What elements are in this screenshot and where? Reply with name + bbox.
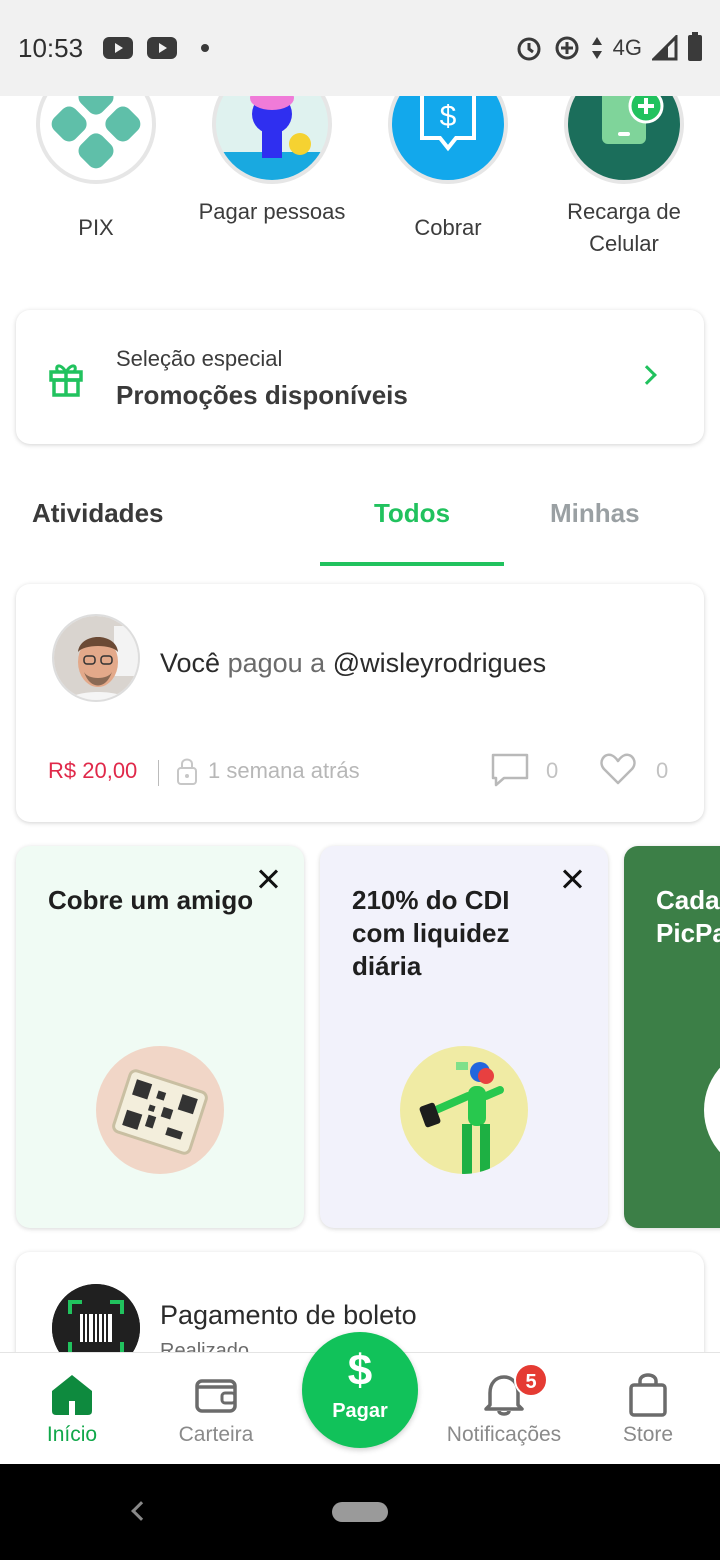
youtube-icon xyxy=(103,37,134,59)
comment-icon[interactable] xyxy=(490,752,530,788)
nav-label: Notificações xyxy=(446,1423,562,1446)
nav-label: Carteira xyxy=(178,1423,254,1446)
more-notifications-icon xyxy=(201,44,210,52)
notification-count-badge: 5 xyxy=(514,1363,548,1397)
nav-label: Início xyxy=(46,1423,98,1446)
charge-icon: $ xyxy=(388,96,508,184)
shortcut-label: Pagar pessoas xyxy=(198,199,346,224)
nav-notifications[interactable]: 5 Notificações xyxy=(432,1353,576,1465)
promo-subtitle: Seleção especial xyxy=(116,346,283,371)
divider xyxy=(158,760,159,786)
nav-store[interactable]: Store xyxy=(576,1353,720,1465)
activity-actor: Você xyxy=(160,648,221,678)
feature-card-title: Cobre um amigo xyxy=(48,885,254,915)
signal-icon xyxy=(652,35,678,61)
home-gesture-pill[interactable] xyxy=(332,1502,388,1522)
activity-target[interactable]: @wisleyrodrigues xyxy=(333,648,546,678)
like-count: 0 xyxy=(656,758,669,783)
active-tab-indicator xyxy=(320,562,504,566)
status-time: 10:53 xyxy=(18,32,84,63)
feature-card-title: Cada chave PicPa xyxy=(656,885,720,948)
feature-card-title: 210% do CDI com liquidez diária xyxy=(352,885,510,981)
pay-button[interactable]: $ Pagar xyxy=(302,1332,418,1448)
comment-count: 0 xyxy=(546,758,559,783)
data-saver-icon xyxy=(555,36,579,60)
shortcut-label: PIX xyxy=(78,215,114,240)
promotions-card[interactable]: Seleção especial Promoções disponíveis xyxy=(16,310,704,444)
activity-amount: R$ 20,00 xyxy=(48,758,138,783)
feature-card-pix-key[interactable]: Cada chave PicPa xyxy=(624,846,720,1228)
alarm-icon xyxy=(517,37,541,61)
battery-icon xyxy=(688,32,702,61)
activity-item[interactable]: Você pagou a @wisleyrodrigues R$ 20,00 1… xyxy=(16,584,704,822)
home-icon xyxy=(52,1375,92,1415)
activity-verb: pagou a xyxy=(227,648,326,678)
tab-todos[interactable]: Todos xyxy=(320,498,504,529)
activity-description: Você pagou a @wisleyrodrigues xyxy=(160,648,546,679)
chevron-right-icon xyxy=(637,365,657,385)
data-arrows-icon xyxy=(591,37,602,59)
network-type: 4G xyxy=(612,35,642,60)
status-bar: 10:53 4G xyxy=(0,0,720,96)
nav-label: Store xyxy=(622,1423,674,1446)
boleto-title: Pagamento de boleto xyxy=(160,1300,417,1330)
back-icon[interactable] xyxy=(131,1501,151,1521)
feature-card-charge-friend[interactable]: Cobre um amigo xyxy=(16,846,304,1228)
avatar[interactable] xyxy=(52,614,140,702)
lock-icon xyxy=(177,758,197,785)
feature-card-cdi[interactable]: 210% do CDI com liquidez diária xyxy=(320,846,608,1228)
system-status-icons: 4G xyxy=(515,32,702,62)
wallet-icon xyxy=(195,1379,237,1413)
shortcut-row: PIX Pagar pessoas $ Cobrar Recarga de Ce… xyxy=(0,96,720,276)
close-icon[interactable] xyxy=(562,868,584,890)
pix-icon xyxy=(36,96,156,184)
shortcut-label: Recarga de Celular xyxy=(567,199,681,256)
shopping-bag-icon xyxy=(629,1373,667,1417)
tab-minhas[interactable]: Minhas xyxy=(550,498,640,529)
promo-title: Promoções disponíveis xyxy=(116,380,408,410)
nav-home[interactable]: Início xyxy=(0,1353,144,1465)
shortcut-label: Cobrar xyxy=(414,215,482,240)
feature-illustration xyxy=(704,1046,720,1174)
investor-illustration xyxy=(400,1046,528,1174)
dollar-icon: $ xyxy=(347,1346,373,1395)
notification-icons xyxy=(103,37,210,59)
activity-time: 1 semana atrás xyxy=(208,758,360,783)
pay-people-icon xyxy=(212,96,332,184)
youtube-icon xyxy=(147,37,178,59)
system-navigation-bar xyxy=(0,1464,720,1560)
phone-recharge-icon xyxy=(564,96,684,184)
nav-wallet[interactable]: Carteira xyxy=(144,1353,288,1465)
qr-code-illustration xyxy=(96,1046,224,1174)
activity-tabs: Atividades Todos Minhas xyxy=(0,470,720,566)
gift-icon xyxy=(49,364,83,397)
heart-icon[interactable] xyxy=(600,752,636,786)
activities-heading: Atividades xyxy=(32,498,164,528)
close-icon[interactable] xyxy=(258,868,280,890)
pay-label: Pagar xyxy=(332,1400,388,1422)
svg-text:$: $ xyxy=(440,100,457,133)
